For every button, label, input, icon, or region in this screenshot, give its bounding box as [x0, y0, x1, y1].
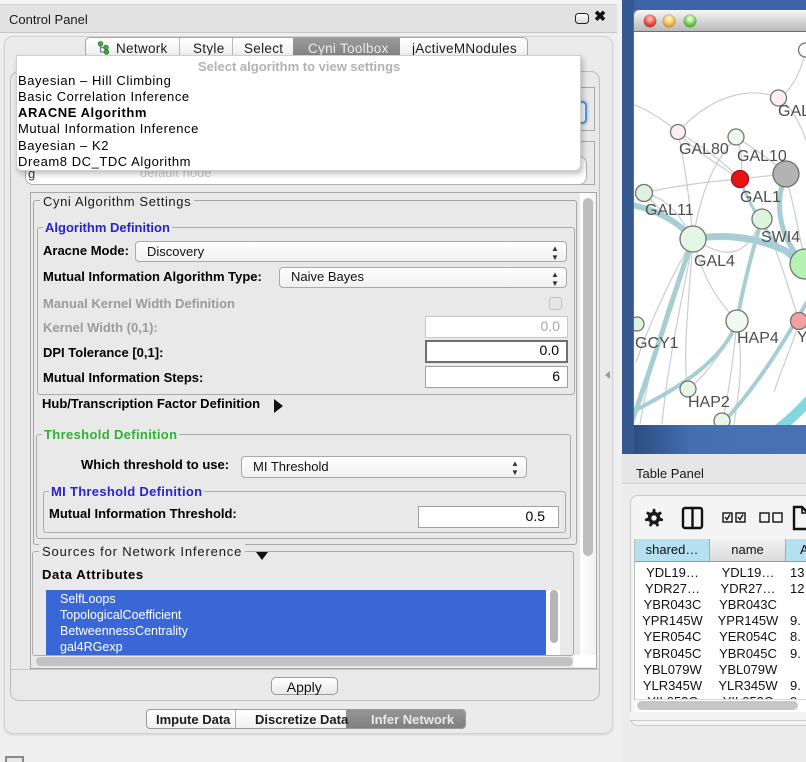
svg-text:GAL10: GAL10	[737, 148, 787, 165]
svg-text:HAP2: HAP2	[688, 394, 730, 411]
svg-text:GAL1: GAL1	[740, 189, 781, 206]
svg-text:Y: Y	[797, 329, 806, 346]
svg-text:GCY1: GCY1	[635, 335, 679, 352]
svg-text:HAP4: HAP4	[737, 330, 779, 347]
svg-text:GAL11: GAL11	[645, 202, 694, 219]
svg-text:GAL4: GAL4	[694, 253, 735, 270]
svg-text:GAL: GAL	[778, 103, 806, 120]
svg-text:SWI4: SWI4	[761, 229, 800, 246]
svg-text:GAL80: GAL80	[679, 141, 729, 158]
